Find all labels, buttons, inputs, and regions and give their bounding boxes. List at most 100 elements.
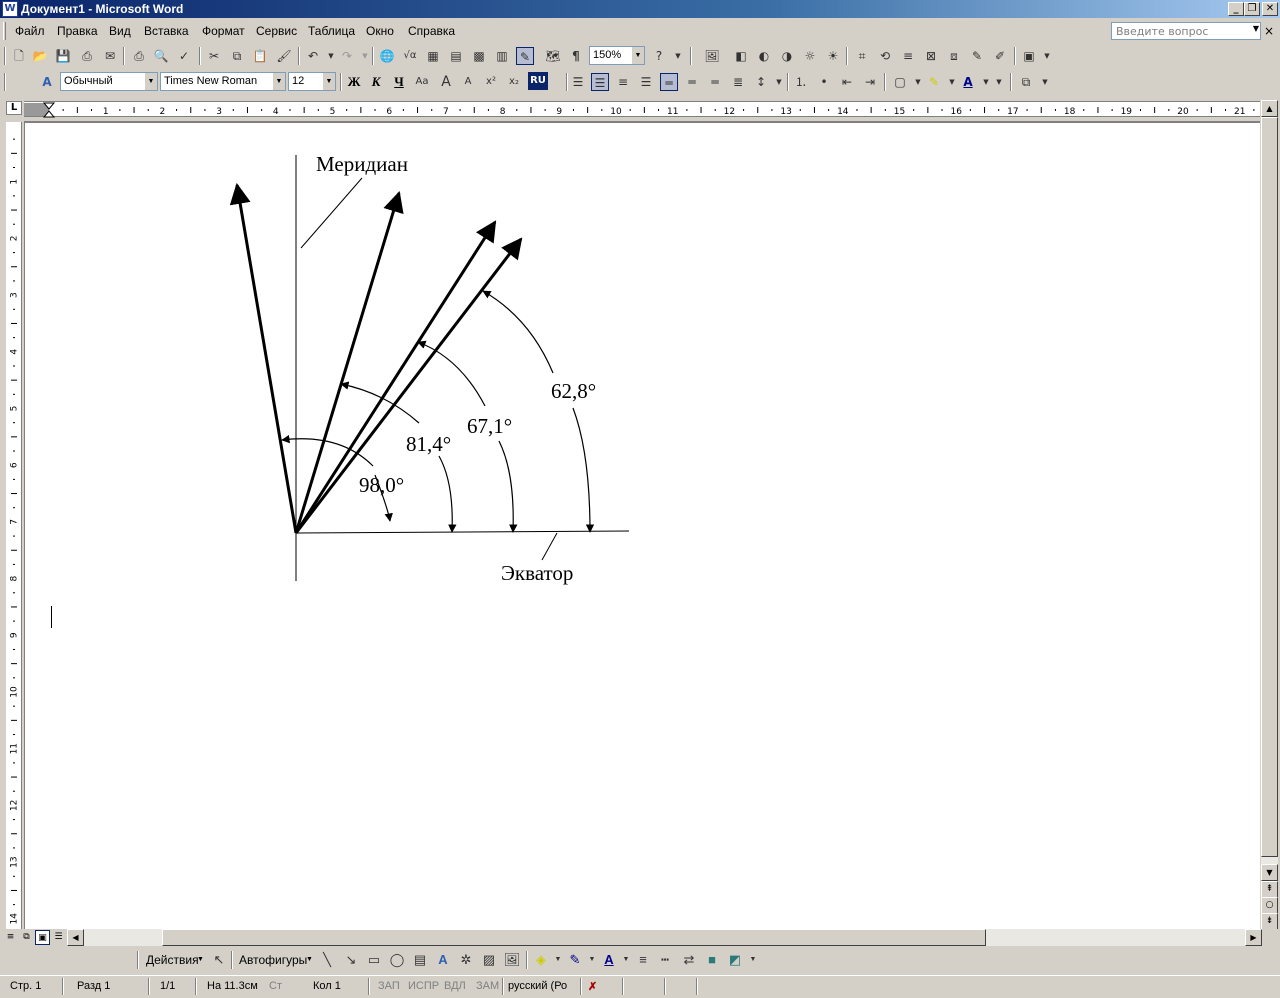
style-dropdown-icon[interactable]: ▼ bbox=[145, 73, 157, 90]
grow-font-icon[interactable]: A bbox=[437, 73, 455, 91]
clip-art-icon[interactable]: ▨ bbox=[480, 951, 498, 969]
line-color-icon[interactable]: ✎ bbox=[566, 951, 584, 969]
menu-edit[interactable]: Правка bbox=[57, 24, 98, 38]
equal-lines-icon[interactable]: ═ bbox=[683, 73, 701, 91]
help-dropdown-icon[interactable]: ▼ bbox=[1253, 24, 1259, 33]
image-color-icon[interactable]: ◧ bbox=[732, 47, 750, 65]
decrease-indent-icon[interactable]: ⇤ bbox=[838, 73, 856, 91]
wordart-icon[interactable]: A bbox=[434, 951, 452, 969]
toolbar-options-icon[interactable]: ▼ bbox=[669, 47, 687, 65]
character-scale-icon[interactable]: Aa bbox=[413, 73, 431, 91]
print-icon[interactable]: ⎙ bbox=[130, 47, 148, 65]
insert-excel-icon[interactable]: ▩ bbox=[470, 47, 488, 65]
draw-actions-menu[interactable]: Действия bbox=[146, 953, 199, 967]
underline-button[interactable]: Ч bbox=[389, 73, 409, 91]
vertical-scrollbar[interactable]: ▲ ▼ ⇞ ○ ⇟ bbox=[1261, 100, 1278, 930]
arrow-style-icon[interactable]: ⇄ bbox=[680, 951, 698, 969]
next-page-icon[interactable]: ⇟ bbox=[1261, 913, 1278, 930]
equation-icon[interactable]: √α bbox=[401, 47, 419, 65]
justify-icon[interactable]: ═ bbox=[660, 73, 678, 91]
spelling-status-icon[interactable]: ✗ bbox=[588, 980, 597, 993]
save-icon[interactable]: 💾 bbox=[54, 47, 72, 65]
dash-style-icon[interactable]: ┅ bbox=[656, 951, 674, 969]
line-style-icon[interactable]: ≡ bbox=[899, 47, 917, 65]
menu-grip[interactable] bbox=[3, 22, 6, 40]
insert-table-icon[interactable]: ▤ bbox=[447, 47, 465, 65]
3d-icon[interactable]: ◩ bbox=[726, 951, 744, 969]
oval-icon[interactable]: ◯ bbox=[388, 951, 406, 969]
status-ovr[interactable]: ЗАМ bbox=[476, 980, 499, 992]
permission-icon[interactable]: ⎙ bbox=[78, 47, 96, 65]
menu-tools[interactable]: Сервис bbox=[256, 24, 297, 38]
scroll-up-icon[interactable]: ▲ bbox=[1261, 100, 1278, 117]
tables-borders-icon[interactable]: ▦ bbox=[424, 47, 442, 65]
tab-selector[interactable]: L bbox=[6, 101, 22, 115]
text-box-icon[interactable]: ▤ bbox=[411, 951, 429, 969]
drawing-icon[interactable]: ✎ bbox=[516, 47, 534, 65]
horizontal-scroll-thumb[interactable] bbox=[162, 929, 986, 946]
arrow-icon[interactable]: ↘ bbox=[342, 951, 360, 969]
columns-icon[interactable]: ▥ bbox=[493, 47, 511, 65]
spelling-icon[interactable]: ✓ bbox=[175, 47, 193, 65]
new-document-icon[interactable]: 🗋 bbox=[10, 47, 28, 65]
compress-icon[interactable]: ⊠ bbox=[922, 47, 940, 65]
document-map-icon[interactable]: 🗺 bbox=[544, 47, 562, 65]
subscript-icon[interactable]: x₂ bbox=[505, 73, 523, 91]
draw-font-color-dropdown-icon[interactable]: ▼ bbox=[617, 951, 635, 969]
font-color-icon[interactable]: A bbox=[959, 73, 977, 91]
italic-button[interactable]: К bbox=[366, 73, 386, 91]
line-color-dropdown-icon[interactable]: ▼ bbox=[583, 951, 601, 969]
toolbar-grip[interactable] bbox=[137, 951, 139, 969]
copy-icon[interactable]: ⧉ bbox=[228, 47, 246, 65]
horizontal-scroll-track[interactable] bbox=[84, 929, 1246, 946]
translate-icon[interactable]: ⧉ bbox=[1017, 73, 1035, 91]
fill-color-dropdown-icon[interactable]: ▼ bbox=[549, 951, 567, 969]
align-center-icon[interactable]: ≡ bbox=[614, 73, 632, 91]
font-dropdown-icon[interactable]: ▼ bbox=[273, 73, 285, 90]
less-contrast-icon[interactable]: ◑ bbox=[778, 47, 796, 65]
close-button[interactable]: ✕ bbox=[1262, 2, 1278, 16]
superscript-icon[interactable]: x² bbox=[482, 73, 500, 91]
diagram-icon[interactable]: ✲ bbox=[457, 951, 475, 969]
toolbar-options-icon[interactable]: ▼ bbox=[990, 73, 1008, 91]
border-icon[interactable]: ▢ bbox=[891, 73, 909, 91]
toolbar-grip[interactable] bbox=[4, 47, 6, 65]
menu-help[interactable]: Справка bbox=[408, 24, 455, 38]
document-page[interactable]: Меридиан Экватор 98,0° 81,4° 67,1° 62,8° bbox=[24, 121, 1260, 929]
status-ext[interactable]: ВДЛ bbox=[444, 980, 466, 992]
translate-dropdown-icon[interactable]: ▼ bbox=[1036, 73, 1054, 91]
crop-icon[interactable]: ⌗ bbox=[853, 47, 871, 65]
vertical-ruler[interactable]: 1 2 3 4 5 6 7 8 9 10 11 12 13 14 bbox=[6, 122, 22, 930]
reset-picture-icon[interactable]: ▣ bbox=[1020, 47, 1038, 65]
less-brightness-icon[interactable]: ☀ bbox=[824, 47, 842, 65]
rectangle-icon[interactable]: ▭ bbox=[365, 951, 383, 969]
status-trk[interactable]: ИСПР bbox=[408, 980, 439, 992]
language-ru-button[interactable]: RU bbox=[528, 72, 548, 90]
shrink-font-icon[interactable]: A bbox=[459, 73, 477, 91]
text-wrap-icon[interactable]: ⧈ bbox=[945, 47, 963, 65]
picture-options-icon[interactable]: ▼ bbox=[1038, 47, 1056, 65]
bold-button[interactable]: Ж bbox=[344, 73, 364, 91]
vertical-scroll-thumb[interactable] bbox=[1261, 117, 1278, 857]
horizontal-scrollbar[interactable]: ≡ ⧉ ▣ ☰ ◀ ▶ bbox=[0, 929, 1280, 946]
style-select[interactable]: Обычный ▼ bbox=[60, 72, 158, 91]
align-left-icon[interactable]: ☰ bbox=[591, 73, 609, 91]
line-style-icon[interactable]: ≡ bbox=[634, 951, 652, 969]
scroll-left-icon[interactable]: ◀ bbox=[67, 929, 84, 946]
minimize-button[interactable]: _ bbox=[1228, 2, 1244, 16]
rotate-icon[interactable]: ⟲ bbox=[876, 47, 894, 65]
status-rec[interactable]: ЗАП bbox=[378, 980, 400, 992]
autoshapes-menu[interactable]: Автофигуры bbox=[239, 953, 307, 967]
draw-options-icon[interactable]: ▼ bbox=[744, 951, 762, 969]
redo-icon[interactable]: ↷ bbox=[338, 47, 356, 65]
insert-picture-icon[interactable]: 🖼 bbox=[703, 47, 721, 65]
print-preview-icon[interactable]: 🔍 bbox=[152, 47, 170, 65]
increase-indent-icon[interactable]: ⇥ bbox=[861, 73, 879, 91]
format-picture-icon[interactable]: ✎ bbox=[968, 47, 986, 65]
menu-insert[interactable]: Вставка bbox=[144, 24, 189, 38]
picture-icon[interactable]: 🖼 bbox=[503, 951, 521, 969]
toolbar-grip[interactable] bbox=[4, 73, 6, 91]
print-layout-icon[interactable]: ▣ bbox=[35, 930, 50, 945]
paste-icon[interactable]: 📋 bbox=[251, 47, 269, 65]
hyperlink-icon[interactable]: 🌐 bbox=[378, 47, 396, 65]
